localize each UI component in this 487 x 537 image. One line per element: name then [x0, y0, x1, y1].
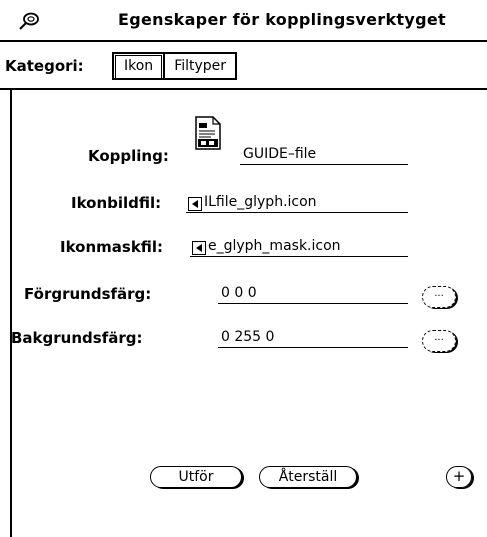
foreground-label: Förgrundsfärg: [24, 285, 152, 303]
icon-file-field[interactable]: ILfile_glyph.icon [186, 192, 408, 213]
binding-field[interactable]: GUIDE–file [240, 144, 408, 165]
icon-file-value: ILfile_glyph.icon [204, 194, 317, 210]
foreground-color-chooser-button[interactable]: ... [422, 286, 456, 308]
binding-label: Koppling: [88, 147, 169, 165]
category-row: Kategori: Ikon Filtyper [0, 42, 487, 90]
pushpin-icon[interactable] [18, 11, 42, 31]
category-selector[interactable]: Ikon Filtyper [112, 52, 238, 80]
document-glyph-icon [195, 116, 221, 150]
category-option-filtyper[interactable]: Filtyper [163, 54, 235, 78]
reset-button[interactable]: Återställ [259, 466, 357, 488]
category-option-ikon[interactable]: Ikon [115, 55, 163, 79]
background-value: 0 255 0 [221, 329, 275, 345]
window-title: Egenskaper för kopplingsverktyget [118, 10, 446, 29]
icon-file-label: Ikonbildfil: [71, 194, 162, 212]
mask-file-value: e_glyph_mask.icon [208, 238, 341, 254]
binding-value: GUIDE–file [243, 146, 317, 162]
mask-file-field[interactable]: e_glyph_mask.icon [190, 236, 408, 257]
title-bar: Egenskaper för kopplingsverktyget [0, 0, 487, 42]
foreground-field[interactable]: 0 0 0 [218, 283, 408, 304]
mask-file-label: Ikonmaskfil: [60, 238, 164, 256]
background-label: Bakgrundsfärg: [11, 329, 143, 347]
window-left-border [10, 88, 12, 537]
background-color-chooser-button[interactable]: ... [422, 330, 456, 352]
foreground-value: 0 0 0 [221, 285, 257, 301]
category-label: Kategori: [5, 57, 84, 75]
plus-button[interactable]: + [446, 466, 472, 488]
background-field[interactable]: 0 255 0 [218, 327, 408, 348]
apply-button[interactable]: Utför [150, 466, 242, 488]
properties-window: Egenskaper för kopplingsverktyget Katego… [0, 0, 487, 537]
